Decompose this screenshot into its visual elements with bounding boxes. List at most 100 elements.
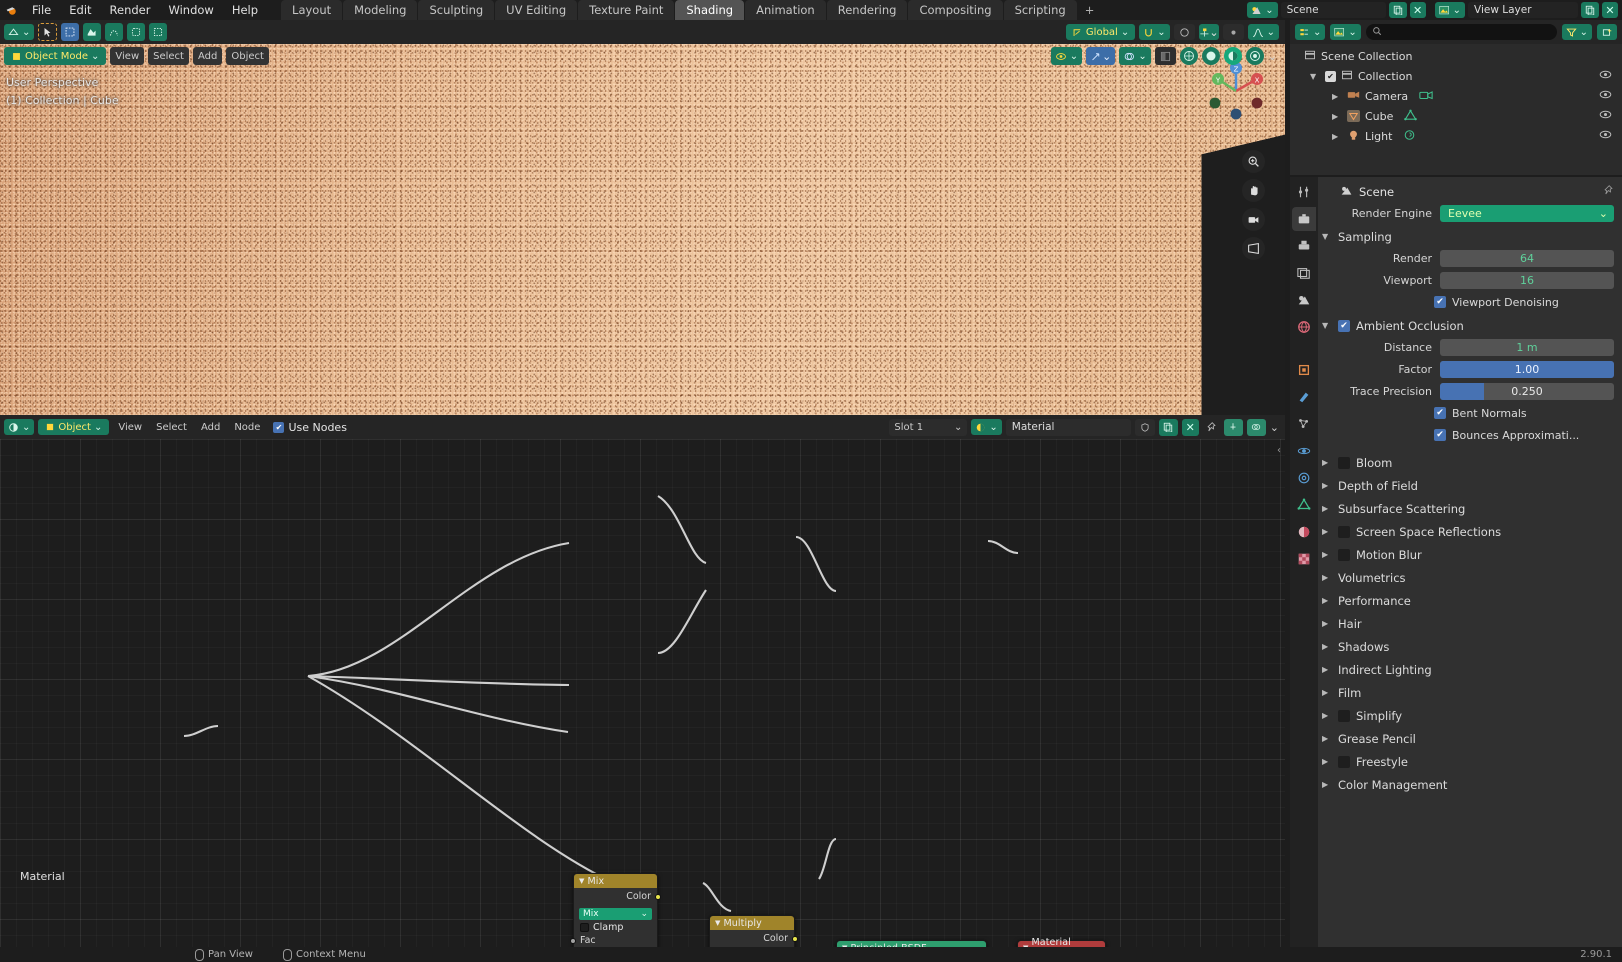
select-box-icon[interactable] xyxy=(61,23,80,41)
overlays-icon[interactable]: ⌄ xyxy=(1119,47,1151,65)
panel-subsurface-scattering[interactable]: ▶ Subsurface Scattering xyxy=(1322,497,1614,520)
properties-panel[interactable]: Scene Render Engine Eevee ⌄ ▼ Sampling R… xyxy=(1318,177,1622,947)
panel-color-management[interactable]: ▶ Color Management xyxy=(1322,773,1614,796)
outliner-row-light[interactable]: ▶ Light xyxy=(1290,126,1622,146)
node-mix-top[interactable]: ▼ Mix Color Mix Clamp Fac Color1 Color2 xyxy=(570,873,661,947)
xray-toggle-icon[interactable] xyxy=(1154,47,1176,65)
checkbox[interactable]: ✔ xyxy=(1434,407,1446,419)
collapse-triangle-icon[interactable]: ▼ xyxy=(715,919,720,927)
object-mode-dropdown[interactable]: Object Mode ⌄ xyxy=(4,47,107,65)
viewport-menu-view[interactable]: View xyxy=(110,47,145,65)
expand-triangle-icon[interactable]: ▶ xyxy=(1322,573,1332,582)
overlay-node-icon[interactable] xyxy=(1246,418,1266,436)
new-material-icon[interactable] xyxy=(1158,418,1178,436)
checkbox[interactable]: ✔ xyxy=(1434,429,1446,441)
view-layer-browse-icon[interactable]: ⌄ xyxy=(1434,2,1465,18)
render-engine-dropdown[interactable]: Eevee ⌄ xyxy=(1440,204,1614,222)
expand-triangle-icon[interactable]: ▶ xyxy=(1322,642,1332,651)
output-color[interactable]: Color xyxy=(710,932,798,945)
outliner-row-camera[interactable]: ▶ Camera xyxy=(1290,86,1622,106)
expand-triangle-icon[interactable]: ▶ xyxy=(1322,481,1332,490)
tab-compositing[interactable]: Compositing xyxy=(908,0,1003,20)
ao-factor-row[interactable]: Factor 1.00 xyxy=(1322,359,1614,379)
menu-file[interactable]: File xyxy=(23,0,60,20)
view-layer-name-field[interactable]: View Layer xyxy=(1468,2,1578,18)
tab-particles-icon[interactable] xyxy=(1292,412,1316,436)
scale-tool-icon[interactable] xyxy=(149,23,168,41)
editor-type-icon[interactable]: ⌄ xyxy=(4,24,35,40)
expand-triangle-icon[interactable]: ▶ xyxy=(1332,112,1342,121)
checkbox[interactable]: ✔ xyxy=(1434,296,1446,308)
scene-browse-icon[interactable]: ⌄ xyxy=(1247,2,1278,18)
bounces-approximation-toggle[interactable]: ✔ Bounces Approximati... xyxy=(1434,429,1579,442)
panel-film[interactable]: ▶ Film xyxy=(1322,681,1614,704)
tab-data-icon[interactable] xyxy=(1292,493,1316,517)
expand-triangle-icon[interactable]: ▶ xyxy=(1322,711,1332,720)
checkbox[interactable] xyxy=(580,923,589,932)
fake-user-icon[interactable] xyxy=(1134,418,1155,436)
gizmo-icon[interactable]: ⌄ xyxy=(1086,47,1116,65)
expand-triangle-icon[interactable]: ▶ xyxy=(1322,734,1332,743)
tab-output-icon[interactable] xyxy=(1292,234,1316,258)
chevron-down-icon[interactable]: ⌄ xyxy=(954,422,962,433)
use-nodes-checkbox[interactable]: ✔ xyxy=(273,421,285,433)
node-header[interactable]: ▼ Multiply xyxy=(710,916,794,930)
bloom-checkbox[interactable]: ✔ xyxy=(1338,456,1350,469)
pan-hand-icon[interactable] xyxy=(1242,179,1265,202)
panel-performance[interactable]: ▶ Performance xyxy=(1322,589,1614,612)
visibility-icon[interactable]: ⌄ xyxy=(1050,47,1083,65)
panel-bloom[interactable]: ▶ ✔ Bloom xyxy=(1322,451,1614,474)
simplify-checkbox[interactable]: ✔ xyxy=(1338,709,1350,722)
toggle-perspective-icon[interactable] xyxy=(1242,237,1265,260)
visibility-eye-icon[interactable] xyxy=(1599,109,1612,123)
panel-depth-of-field[interactable]: ▶ Depth of Field xyxy=(1322,474,1614,497)
browse-material-icon[interactable]: ⌄ xyxy=(971,419,1002,435)
falloff-curve-icon[interactable]: ⌄ xyxy=(1247,24,1279,40)
pin-icon[interactable] xyxy=(1603,185,1614,199)
proportional-falloff-icon[interactable] xyxy=(1222,24,1244,40)
ambient-occlusion-section-header[interactable]: ▼ ✔ Ambient Occlusion xyxy=(1322,314,1614,337)
menu-window[interactable]: Window xyxy=(159,0,222,20)
chevron-down-icon[interactable]: ⌄ xyxy=(91,51,99,62)
pin-icon[interactable] xyxy=(1203,419,1220,436)
menu-edit[interactable]: Edit xyxy=(60,0,100,20)
snap-node-icon[interactable] xyxy=(1223,418,1243,436)
blend-mode-dropdown[interactable]: Mix xyxy=(579,908,652,920)
expand-triangle-icon[interactable]: ▶ xyxy=(1322,665,1332,674)
ao-bounces-row[interactable]: ✔ Bounces Approximati... xyxy=(1322,425,1614,445)
tab-scripting[interactable]: Scripting xyxy=(1003,0,1077,20)
panel-simplify[interactable]: ▶ ✔ Simplify xyxy=(1322,704,1614,727)
outliner-row-scene-collection[interactable]: Scene Collection xyxy=(1290,46,1622,66)
visibility-eye-icon[interactable] xyxy=(1599,129,1612,143)
expand-triangle-icon[interactable]: ▶ xyxy=(1322,757,1332,766)
node-options-chevron-icon[interactable]: ⌄ xyxy=(1270,421,1279,434)
expand-triangle-icon[interactable]: ▶ xyxy=(1322,458,1332,467)
panel-indirect-lighting[interactable]: ▶ Indirect Lighting xyxy=(1322,658,1614,681)
shader-menu-add[interactable]: Add xyxy=(196,419,225,435)
outliner-search-input[interactable] xyxy=(1365,24,1557,40)
tab-tool-icon[interactable] xyxy=(1292,180,1316,204)
node-canvas[interactable]: ▼ Texture Coordinate Generated Normal UV… xyxy=(0,439,1285,947)
viewport-denoising-toggle[interactable]: ✔ Viewport Denoising xyxy=(1434,296,1559,309)
freestyle-checkbox[interactable]: ✔ xyxy=(1338,755,1350,768)
shader-type-dropdown[interactable]: Object ⌄ xyxy=(38,419,110,435)
tab-animation[interactable]: Animation xyxy=(745,0,826,20)
panel-screen-space-reflections[interactable]: ▶ ✔ Screen Space Reflections xyxy=(1322,520,1614,543)
chevron-down-icon[interactable]: ⌄ xyxy=(1599,207,1614,220)
collapse-triangle-icon[interactable]: ▼ xyxy=(579,877,584,885)
ao-distance-field[interactable]: 1 m xyxy=(1440,338,1614,356)
navigation-gizmo[interactable]: Z X Y xyxy=(1205,60,1267,122)
panel-motion-blur[interactable]: ▶ ✔ Motion Blur xyxy=(1322,543,1614,566)
menu-render[interactable]: Render xyxy=(101,0,160,20)
tab-layout[interactable]: Layout xyxy=(281,0,343,20)
render-engine-row[interactable]: Render Engine Eevee ⌄ xyxy=(1322,203,1614,223)
ao-distance-row[interactable]: Distance 1 m xyxy=(1322,337,1614,357)
shading-options-chevron-icon[interactable]: ⌄ xyxy=(1268,50,1277,63)
panel-grease-pencil[interactable]: ▶ Grease Pencil xyxy=(1322,727,1614,750)
expand-triangle-icon[interactable]: ▼ xyxy=(1322,232,1332,241)
sampling-viewport-row[interactable]: Viewport 16 xyxy=(1322,270,1614,290)
clamp-toggle[interactable]: Clamp xyxy=(574,921,657,934)
outliner-row-cube[interactable]: ▶ Cube xyxy=(1290,106,1622,126)
expand-triangle-icon[interactable]: ▼ xyxy=(1310,72,1320,81)
unlink-material-icon[interactable]: ✕ xyxy=(1181,418,1199,436)
